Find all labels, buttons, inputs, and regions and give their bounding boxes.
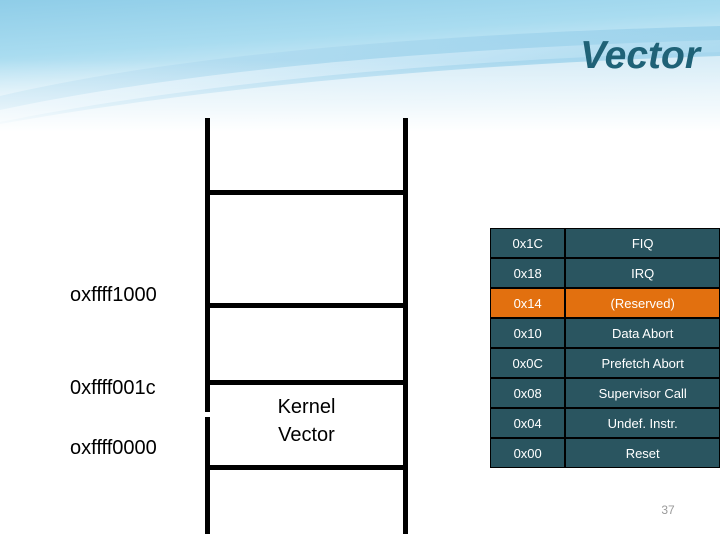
vector-exception-cell: Undef. Instr. <box>565 408 720 438</box>
memory-column-right-border <box>403 118 408 534</box>
kernel-vector-label-line1: Kernel <box>277 396 336 418</box>
memory-divider-4 <box>205 465 408 470</box>
vector-table-row: 0x00 Reset <box>490 438 720 468</box>
vector-offset-cell: 0x14 <box>490 288 566 318</box>
vector-exception-cell: IRQ <box>565 258 720 288</box>
vector-table-row: 0x18 IRQ <box>490 258 720 288</box>
vector-offset-cell: 0x00 <box>490 438 566 468</box>
memory-layout-diagram: Kernel Vector <box>205 118 413 534</box>
vector-offset-cell: 0x0C <box>490 348 566 378</box>
vector-exception-cell: Supervisor Call <box>565 378 720 408</box>
memory-divider-3 <box>205 380 408 385</box>
kernel-vector-region-label: Kernel Vector <box>210 393 403 449</box>
presentation-slide: Vector Kernel Vector oxffff1000 0xffff00… <box>0 0 720 540</box>
vector-exception-cell: (Reserved) <box>565 288 720 318</box>
address-label-ffff1000: oxffff1000 <box>70 284 157 306</box>
vector-offset-cell: 0x1C <box>490 228 566 258</box>
vector-table-row: 0x08 Supervisor Call <box>490 378 720 408</box>
vector-table-row: 0x04 Undef. Instr. <box>490 408 720 438</box>
memory-divider-1 <box>205 190 408 195</box>
memory-divider-2 <box>205 303 408 308</box>
memory-column-left-border <box>205 118 210 534</box>
vector-table-row: 0x1C FIQ <box>490 228 720 258</box>
vector-offset-cell: 0x18 <box>490 258 566 288</box>
vector-offset-cell: 0x04 <box>490 408 566 438</box>
slide-number: 37 <box>661 503 675 517</box>
address-label-ffff0000: oxffff0000 <box>70 437 157 459</box>
address-label-ffff001c: 0xffff001c <box>70 377 156 399</box>
vector-table-row: 0x0C Prefetch Abort <box>490 348 720 378</box>
kernel-vector-label-line2: Vector <box>278 424 335 446</box>
exception-vector-table: 0x1C FIQ 0x18 IRQ 0x14 (Reserved) 0x10 Data Abo… <box>490 228 720 468</box>
vector-exception-cell: Reset <box>565 438 720 468</box>
vector-exception-cell: Prefetch Abort <box>565 348 720 378</box>
exception-vector-table-body: 0x1C FIQ 0x18 IRQ 0x14 (Reserved) 0x10 Data Abo… <box>490 228 720 468</box>
vector-exception-cell: FIQ <box>565 228 720 258</box>
vector-table-row: 0x10 Data Abort <box>490 318 720 348</box>
slide-title: Vector <box>580 34 700 77</box>
vector-exception-cell: Data Abort <box>565 318 720 348</box>
vector-offset-cell: 0x08 <box>490 378 566 408</box>
vector-offset-cell: 0x10 <box>490 318 566 348</box>
vector-table-row: 0x14 (Reserved) <box>490 288 720 318</box>
